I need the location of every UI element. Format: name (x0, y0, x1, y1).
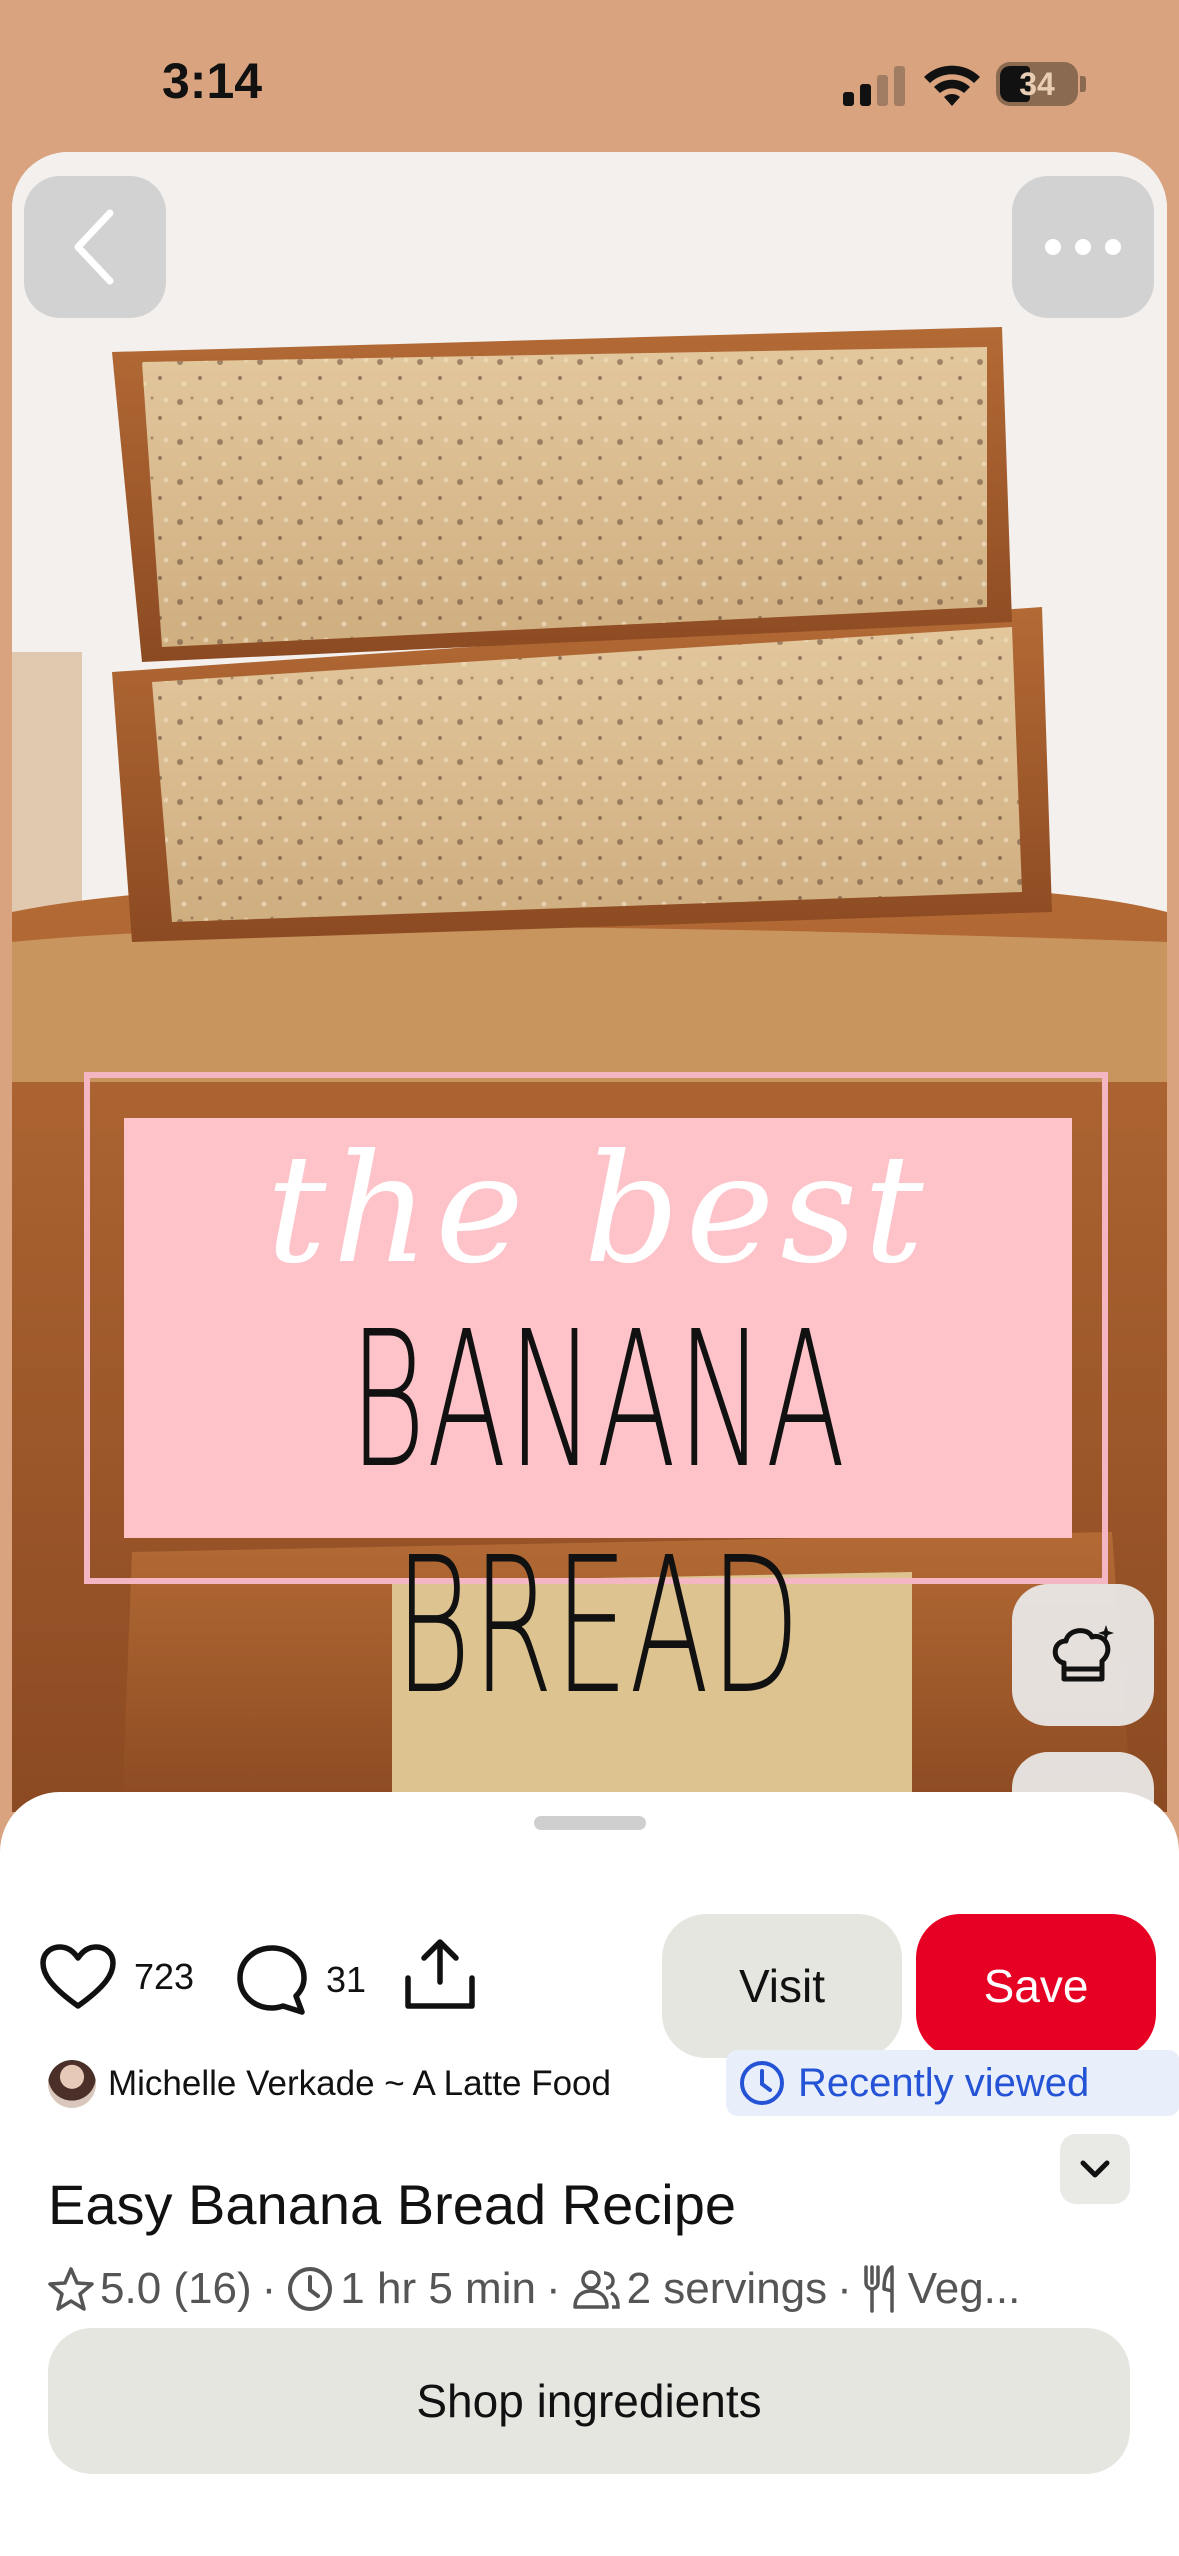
like-button[interactable]: 723 (40, 1944, 194, 2010)
recently-viewed-badge: Recently viewed (726, 2050, 1179, 2116)
action-row: 723 31 Visit Save (40, 1908, 1156, 2058)
visit-button[interactable]: Visit (662, 1914, 902, 2058)
creator-name[interactable]: Michelle Verkade ~ A Latte Food (108, 2064, 611, 2104)
creator-row: Michelle Verkade ~ A Latte Food Recently… (48, 2050, 1179, 2120)
clock-icon (288, 2267, 333, 2311)
battery-level: 34 (1019, 65, 1055, 102)
creator-avatar[interactable] (48, 2060, 96, 2108)
people-icon (572, 2270, 620, 2309)
more-icon (1045, 239, 1121, 255)
recipe-time: 1 hr 5 min (340, 2264, 536, 2313)
image-title-panel: the best BANANA BREAD (124, 1118, 1072, 1736)
image-title-script: the best (266, 1123, 930, 1297)
image-title-main: BANANA BREAD (349, 1291, 847, 1736)
battery-cap (1080, 76, 1086, 92)
clock-icon (740, 2061, 784, 2105)
recipe-diet: Veg... (907, 2264, 1021, 2313)
recipe-assistant-button[interactable] (1012, 1584, 1154, 1726)
pin-image[interactable]: the best BANANA BREAD (12, 152, 1167, 1812)
back-button[interactable] (24, 176, 166, 318)
pin-title: Easy Banana Bread Recipe (48, 2173, 736, 2236)
utensils-icon (864, 2265, 894, 2313)
sheet-grabber[interactable] (534, 1816, 646, 1830)
heart-icon (40, 1944, 116, 2009)
wifi-icon (924, 65, 980, 106)
comment-count: 31 (326, 1959, 367, 2000)
separator-dot: · (837, 2264, 852, 2313)
recipe-servings: 2 servings (626, 2264, 828, 2313)
cellular-signal-icon (843, 66, 905, 106)
chef-hat-icon (1052, 1625, 1114, 1682)
shop-ingredients-button[interactable]: Shop ingredients (48, 2328, 1130, 2474)
separator-dot: · (545, 2264, 561, 2313)
comment-button[interactable]: 31 (236, 1944, 366, 2016)
separator-dot: · (261, 2264, 277, 2313)
share-button[interactable] (402, 1938, 478, 2012)
recipe-meta-row: 5.0 (16) · 1 hr 5 min · 2 servings · Veg… (48, 2254, 1148, 2324)
pin-details-sheet: 723 31 Visit Save Michelle Verkade ~ A L… (0, 1792, 1179, 2556)
more-options-button[interactable] (1012, 176, 1154, 318)
image-title-card: the best BANANA BREAD (84, 1072, 1108, 1736)
recipe-rating: 5.0 (16) (100, 2264, 252, 2313)
star-icon (48, 2267, 94, 2311)
status-bar: 3:14 34 (0, 0, 1179, 150)
status-time: 3:14 (162, 53, 263, 109)
share-icon (405, 1939, 475, 2009)
like-count: 723 (134, 1956, 195, 1997)
comment-icon (237, 1945, 307, 2015)
save-button[interactable]: Save (916, 1914, 1156, 2058)
expand-details-button[interactable] (1060, 2134, 1130, 2204)
chevron-down-icon (1080, 2160, 1110, 2178)
recently-viewed-label: Recently viewed (798, 2060, 1090, 2105)
back-icon (74, 209, 114, 285)
battery-icon: 34 (996, 62, 1078, 106)
